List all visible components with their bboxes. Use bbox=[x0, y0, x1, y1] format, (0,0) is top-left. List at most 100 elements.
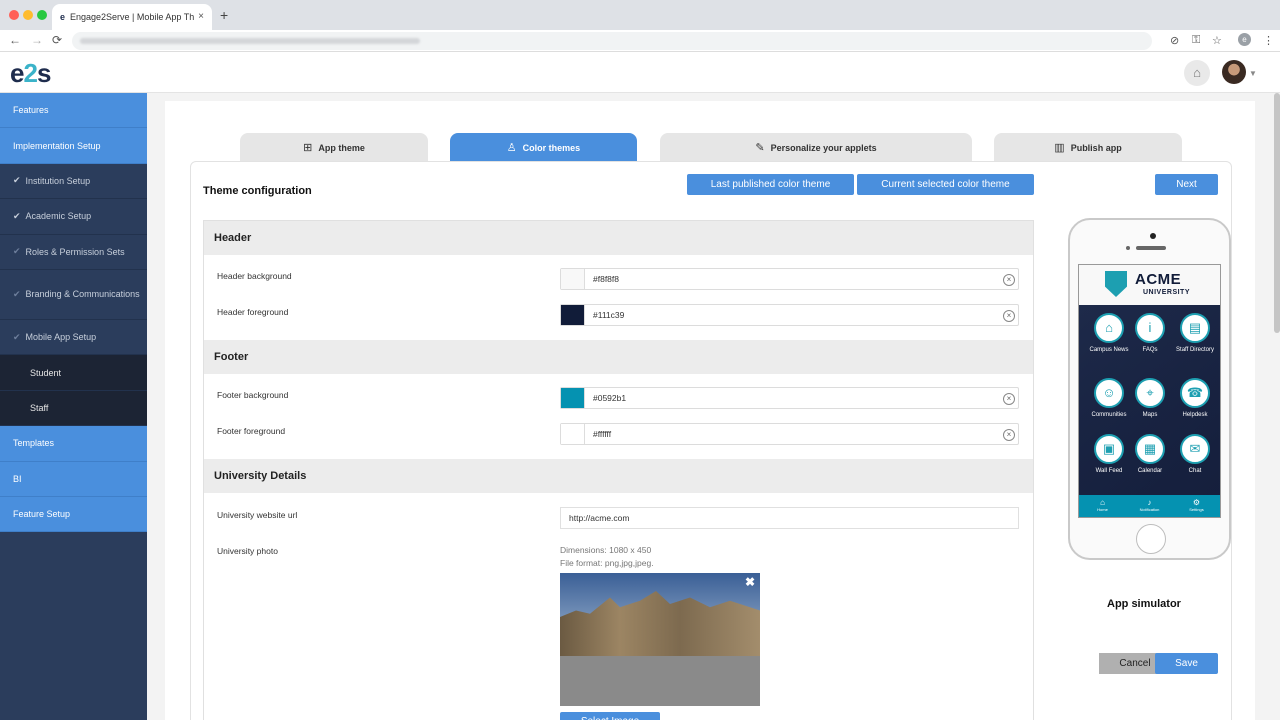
chevron-down-icon[interactable]: ▼ bbox=[1249, 69, 1257, 78]
footer-icon: ⌂ bbox=[1100, 498, 1105, 507]
tab-personalize-applets[interactable]: ✎ Personalize your applets bbox=[660, 133, 972, 162]
tab-app-theme[interactable]: ⊞ App theme bbox=[240, 133, 428, 162]
sidebar-item[interactable]: Templates bbox=[0, 426, 147, 462]
footer-background-label: Footer background bbox=[217, 390, 289, 400]
home-icon[interactable]: ⌂ bbox=[1184, 60, 1210, 86]
header-foreground-field[interactable]: #111c39 × bbox=[560, 304, 1019, 326]
back-icon[interactable]: ← bbox=[9, 33, 21, 47]
clear-icon[interactable]: × bbox=[1003, 274, 1015, 286]
reload-icon[interactable]: ⟳ bbox=[52, 33, 62, 47]
color-swatch[interactable] bbox=[561, 305, 585, 325]
sidebar-item[interactable]: ✔ Branding & Communications bbox=[0, 270, 147, 320]
clear-icon[interactable]: × bbox=[1003, 393, 1015, 405]
avatar[interactable] bbox=[1222, 60, 1246, 84]
grid-icon: ⊞ bbox=[303, 142, 313, 154]
footer-background-field[interactable]: #0592b1 × bbox=[560, 387, 1019, 409]
theme-form: Header Header background #f8f8f8 × Heade… bbox=[203, 220, 1034, 720]
sidebar-item[interactable]: ✔ Institution Setup bbox=[0, 164, 147, 200]
next-button[interactable]: Next bbox=[1155, 174, 1218, 195]
app-icon: ✉ bbox=[1180, 434, 1210, 464]
e2s-logo[interactable]: e2s bbox=[10, 58, 51, 89]
phone-app-footer: ⌂ Home ♪ Notification ⚙ Settings bbox=[1079, 495, 1220, 517]
phone-app-tile[interactable]: ▤ Staff Directory bbox=[1171, 313, 1219, 354]
phone-app-tile[interactable]: ✉ Chat bbox=[1171, 434, 1219, 475]
app-label: Calendar bbox=[1137, 468, 1163, 474]
sidebar-item[interactable]: Implementation Setup bbox=[0, 128, 147, 164]
remove-photo-icon[interactable]: ✖ bbox=[745, 575, 755, 589]
extension-icon[interactable]: ⊘ bbox=[1170, 34, 1179, 47]
clear-icon[interactable]: × bbox=[1003, 310, 1015, 322]
phone-simulator: ACME UNIVERSITY ⌂ Campus News i FAQs ▤ Staff … bbox=[1068, 218, 1231, 560]
footer-icon: ⚙ bbox=[1192, 498, 1201, 507]
sidebar-item-label: Implementation Setup bbox=[13, 140, 101, 151]
phone-app-tile[interactable]: ☎ Helpdesk bbox=[1171, 378, 1219, 419]
content-card: ⊞ App theme ♙ Color themes ✎ Personalize… bbox=[165, 101, 1255, 720]
phone-footer-item[interactable]: ⌂ Home bbox=[1079, 498, 1126, 512]
tab-color-themes[interactable]: ♙ Color themes bbox=[450, 133, 637, 162]
tab-close-icon[interactable]: × bbox=[198, 11, 204, 22]
browser-tab[interactable]: e Engage2Serve | Mobile App Th × bbox=[52, 4, 212, 30]
key-icon[interactable]: ⚿ bbox=[1192, 34, 1200, 47]
sidebar-item[interactable]: Features bbox=[0, 93, 147, 129]
app-label: FAQs bbox=[1142, 347, 1158, 353]
sidebar-item[interactable]: ✔ Academic Setup bbox=[0, 199, 147, 235]
hex-value: #ffffff bbox=[593, 429, 612, 439]
app-label: Maps bbox=[1142, 412, 1158, 418]
bookmark-star-icon[interactable]: ☆ bbox=[1212, 34, 1222, 47]
window-minimize-dot[interactable] bbox=[23, 10, 33, 20]
sidebar-item-label: Staff bbox=[30, 402, 49, 413]
new-tab-icon[interactable]: + bbox=[220, 7, 228, 23]
last-published-theme-button[interactable]: Last published color theme bbox=[687, 174, 854, 195]
tab-publish-app[interactable]: ▥ Publish app bbox=[994, 133, 1182, 162]
phone-camera bbox=[1150, 233, 1156, 239]
phone-sensor bbox=[1126, 246, 1130, 250]
sidebar-item-label: Institution Setup bbox=[25, 175, 91, 186]
app-label: Helpdesk bbox=[1182, 412, 1208, 418]
clear-icon[interactable]: × bbox=[1003, 429, 1015, 441]
color-swatch[interactable] bbox=[561, 424, 585, 444]
app-icon: ⌂ bbox=[1094, 313, 1124, 343]
sidebar-item[interactable]: ✔ Roles & Permission Sets bbox=[0, 235, 147, 270]
sidebar-item[interactable]: Student bbox=[0, 355, 147, 391]
page-scrollbar[interactable] bbox=[1274, 93, 1280, 333]
phone-app-tile[interactable]: i FAQs bbox=[1126, 313, 1174, 354]
sidebar-item[interactable]: Staff bbox=[0, 390, 147, 427]
save-button[interactable]: Save bbox=[1155, 653, 1218, 674]
check-icon: ✔ bbox=[13, 246, 21, 257]
forward-icon[interactable]: → bbox=[31, 33, 43, 47]
footer-label: Notification bbox=[1139, 507, 1160, 512]
phone-footer-item[interactable]: ♪ Notification bbox=[1126, 498, 1173, 512]
sidebar-item[interactable]: BI bbox=[0, 461, 147, 497]
header-background-field[interactable]: #f8f8f8 × bbox=[560, 268, 1019, 290]
blurred-url bbox=[80, 38, 420, 44]
window-zoom-dot[interactable] bbox=[37, 10, 47, 20]
menu-dots-icon[interactable]: ⋮ bbox=[1263, 34, 1274, 47]
browser-tab-bar: e Engage2Serve | Mobile App Th × + bbox=[0, 0, 1280, 30]
sidebar-item[interactable]: Feature Setup bbox=[0, 496, 147, 533]
color-swatch[interactable] bbox=[561, 269, 585, 289]
phone-footer-item[interactable]: ⚙ Settings bbox=[1173, 498, 1220, 512]
url-input[interactable] bbox=[72, 32, 1152, 50]
sidebar-item-label: BI bbox=[13, 473, 22, 484]
color-swatch[interactable] bbox=[561, 388, 585, 408]
sidebar-item-label: Features bbox=[13, 105, 49, 116]
phone-app-tile[interactable]: ▦ Calendar bbox=[1126, 434, 1174, 475]
university-url-input[interactable]: http://acme.com bbox=[560, 507, 1019, 529]
phone-app-tile[interactable]: ⌖ Maps bbox=[1126, 378, 1174, 419]
app-header: e2s ⌂ ▼ bbox=[0, 52, 1280, 93]
footer-foreground-label: Footer foreground bbox=[217, 426, 286, 436]
profile-icon[interactable]: e bbox=[1238, 33, 1251, 46]
window-close-dot[interactable] bbox=[9, 10, 19, 20]
check-icon: ✔ bbox=[13, 288, 21, 299]
select-image-button[interactable]: Select Image bbox=[560, 712, 660, 720]
header-background-label: Header background bbox=[217, 271, 292, 281]
section-header-title: Header bbox=[204, 221, 1033, 255]
current-selected-theme-button[interactable]: Current selected color theme bbox=[857, 174, 1034, 195]
sidebar-item[interactable]: ✔ Mobile App Setup bbox=[0, 320, 147, 356]
phone-app-grid: ⌂ Campus News i FAQs ▤ Staff Directory ☺ Commun… bbox=[1079, 305, 1220, 495]
phone-home-button[interactable] bbox=[1136, 524, 1166, 554]
photo-format-hint: File format: png,jpg,jpeg. bbox=[560, 558, 654, 568]
phone-app-header: ACME UNIVERSITY bbox=[1079, 265, 1220, 305]
brand-subtitle: UNIVERSITY bbox=[1143, 289, 1191, 296]
footer-foreground-field[interactable]: #ffffff × bbox=[560, 423, 1019, 445]
